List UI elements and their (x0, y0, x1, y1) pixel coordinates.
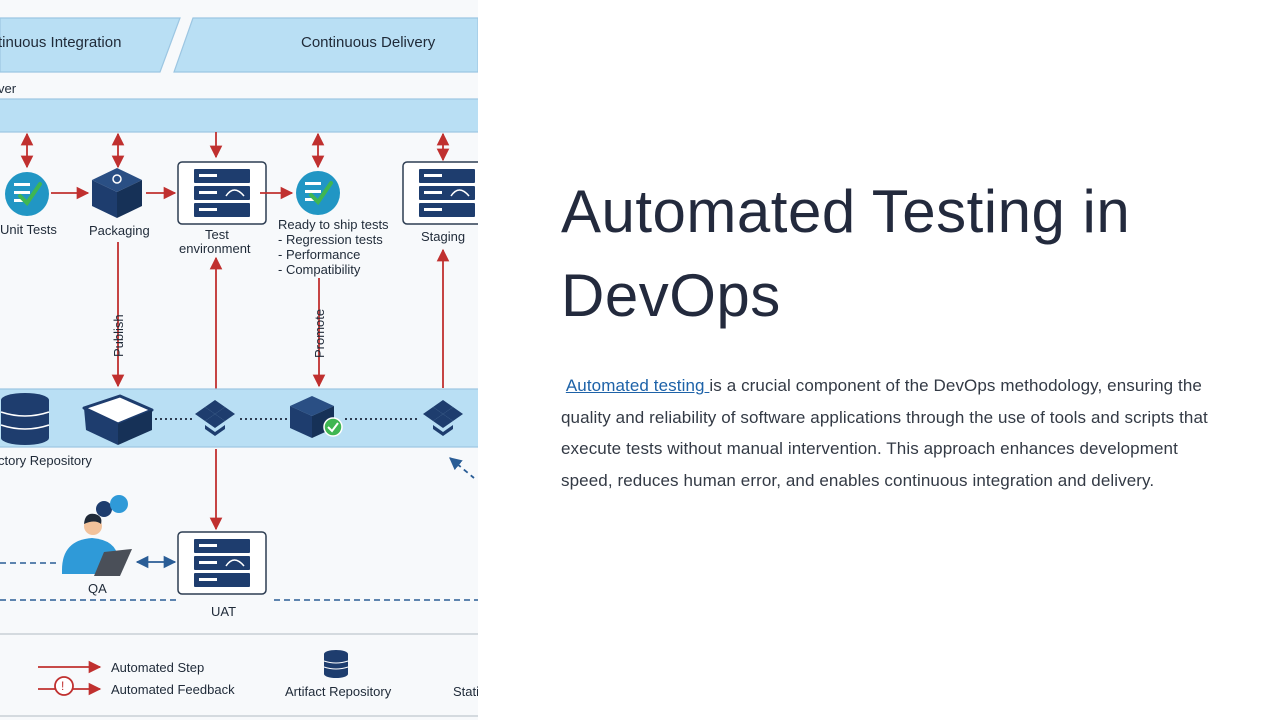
ready-tests-line4: - Compatibility (278, 262, 361, 277)
unit-tests-label: Unit Tests (0, 222, 57, 237)
automated-testing-link[interactable]: Automated testing (566, 376, 710, 395)
test-environment-server-icon (177, 161, 267, 225)
repository-database-icon (0, 393, 50, 445)
ci-stage-label: tinuous Integration (0, 34, 121, 51)
legend-automated-step: Automated Step (111, 660, 204, 675)
test-env-label-line1: Test (205, 227, 229, 242)
legend-database-icon (323, 650, 349, 678)
promote-label: Promote (312, 309, 327, 358)
unit-tests-icon (5, 172, 49, 216)
qa-label: QA (88, 581, 107, 596)
server-label: ver (0, 81, 17, 96)
repository-label: ctory Repository (0, 453, 92, 468)
uat-label: UAT (211, 604, 236, 619)
devops-pipeline-diagram: tinuous Integration Continuous Delivery … (0, 0, 478, 720)
legend-artifact-repository: Artifact Repository (285, 684, 392, 699)
uat-server-icon (177, 531, 267, 595)
publish-label: Publish (111, 314, 126, 357)
legend-static: Stati (453, 684, 478, 699)
legend-automated-feedback: Automated Feedback (111, 682, 235, 697)
test-env-label-line2: environment (179, 241, 251, 256)
slide-body: Automated testing is a crucial component… (561, 370, 1211, 496)
pipeline-diagram-svg: tinuous Integration Continuous Delivery … (0, 17, 478, 717)
legend-feedback-mark: ! (61, 679, 64, 693)
server-band (0, 98, 478, 133)
ready-tests-line3: - Performance (278, 247, 360, 262)
packaging-label: Packaging (89, 223, 150, 238)
staging-label: Staging (421, 229, 465, 244)
slide-title: Automated Testing in DevOps (561, 178, 1131, 329)
staging-server-icon (402, 161, 478, 225)
ready-tests-line2: - Regression tests (278, 232, 383, 247)
feedback-dashed-arrow (449, 457, 475, 479)
qa-person-icon (62, 495, 132, 576)
ready-tests-line1: Ready to ship tests (278, 217, 389, 232)
packaging-icon (92, 168, 142, 218)
cd-stage-label: Continuous Delivery (301, 34, 436, 51)
ready-tests-icon (296, 171, 340, 215)
